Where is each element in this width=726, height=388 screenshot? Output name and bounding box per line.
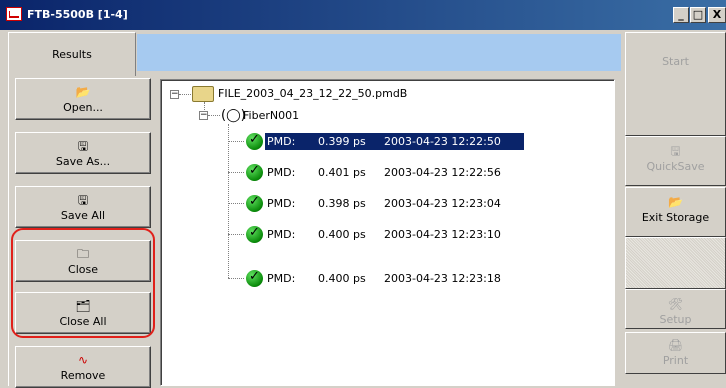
check-icon: [246, 132, 263, 150]
row-type[interactable]: PMD:: [267, 272, 295, 285]
panel-border: [8, 74, 9, 386]
tree-connector: [228, 172, 244, 173]
main-area: Results 📂 Open... 🖫 Save As... 🖫 Save Al…: [0, 30, 726, 388]
row-type[interactable]: PMD:: [267, 166, 295, 179]
quicksave-button-label: QuickSave: [646, 160, 705, 173]
start-button-label: Start: [662, 55, 689, 68]
row-value[interactable]: 0.398 ps: [318, 197, 366, 210]
start-button[interactable]: Start: [625, 32, 726, 136]
save-as-button[interactable]: 🖫 Save As...: [15, 132, 151, 174]
folders-icon: 🗂: [75, 299, 91, 313]
open-button-label: Open...: [63, 101, 103, 114]
row-date[interactable]: 2003-04-23 12:23:18: [384, 272, 501, 285]
tab-label: Results: [52, 48, 92, 61]
row-type[interactable]: PMD:: [267, 197, 295, 210]
print-button-label: Print: [662, 354, 689, 367]
printer-icon: 🖨: [667, 338, 684, 352]
exit-storage-button[interactable]: 📂 Exit Storage: [625, 187, 726, 237]
remove-button[interactable]: ∿ Remove: [15, 346, 151, 388]
floppy-icon: 🖫: [77, 193, 89, 207]
close-button[interactable]: 🗀 Close: [15, 240, 151, 282]
tools-icon: 🛠: [667, 297, 684, 311]
row-value[interactable]: 0.401 ps: [318, 166, 366, 179]
quicksave-button[interactable]: 🖫 QuickSave: [625, 136, 726, 186]
check-icon: [246, 163, 263, 181]
tree-connector: [228, 234, 244, 235]
floppy-icon: 🖫: [670, 144, 681, 158]
row-value[interactable]: 0.400 ps: [318, 228, 366, 241]
save-all-button[interactable]: 🖫 Save All: [15, 186, 151, 228]
close-window-button[interactable]: X: [708, 7, 726, 23]
collapse-file-icon[interactable]: −: [170, 90, 179, 99]
tree-connector: [228, 278, 244, 279]
tree-connector: [228, 124, 229, 278]
title-bar: FTB-5500B [1-4] _ □ X: [0, 0, 726, 30]
fiber-icon: (◯): [221, 108, 246, 123]
row-type[interactable]: PMD:: [267, 228, 295, 241]
tab-strip: [137, 34, 621, 71]
row-value[interactable]: 0.399 ps: [318, 135, 366, 148]
check-icon: [246, 194, 263, 212]
exit-storage-button-label: Exit Storage: [641, 211, 710, 224]
folder-open-icon: 📂: [668, 195, 683, 209]
save-all-button-label: Save All: [60, 209, 106, 222]
setup-button[interactable]: 🛠 Setup: [625, 289, 726, 329]
empty-slot: [625, 237, 726, 289]
open-button[interactable]: 📂 Open...: [15, 78, 151, 120]
row-date[interactable]: 2003-04-23 12:23:04: [384, 197, 501, 210]
collapse-fiber-icon[interactable]: −: [199, 111, 208, 120]
tree-connector: [208, 115, 220, 116]
check-icon: [246, 225, 263, 243]
minimize-button[interactable]: _: [673, 7, 689, 23]
setup-button-label: Setup: [659, 313, 692, 326]
app-logo-icon: [6, 7, 22, 21]
folder-icon: 🗀: [76, 247, 89, 261]
curve-icon: ∿: [77, 353, 89, 367]
check-icon: [246, 269, 263, 287]
fiber-name[interactable]: FiberN001: [243, 109, 299, 122]
row-date[interactable]: 2003-04-23 12:22:56: [384, 166, 501, 179]
close-all-button[interactable]: 🗂 Close All: [15, 292, 151, 334]
row-date[interactable]: 2003-04-23 12:22:50: [384, 135, 501, 148]
close-button-label: Close: [68, 263, 98, 276]
results-tree[interactable]: − FILE_2003_04_23_12_22_50.pmdB − (◯) Fi…: [160, 79, 615, 386]
floppy-icon: 🖫: [77, 139, 89, 153]
tab-results[interactable]: Results: [8, 32, 136, 76]
remove-button-label: Remove: [60, 369, 106, 382]
file-name[interactable]: FILE_2003_04_23_12_22_50.pmdB: [218, 87, 407, 100]
print-button[interactable]: 🖨 Print: [625, 332, 726, 374]
save-as-button-label: Save As...: [55, 155, 111, 168]
tree-connector: [228, 203, 244, 204]
row-type[interactable]: PMD:: [267, 135, 295, 148]
maximize-button[interactable]: □: [690, 7, 706, 23]
row-value[interactable]: 0.400 ps: [318, 272, 366, 285]
close-all-button-label: Close All: [59, 315, 107, 328]
tree-connector: [228, 141, 244, 142]
row-date[interactable]: 2003-04-23 12:23:10: [384, 228, 501, 241]
folder-open-icon: [192, 86, 214, 102]
tree-connector: [179, 94, 191, 95]
folder-open-icon: 📂: [75, 85, 91, 99]
window-title: FTB-5500B [1-4]: [27, 8, 128, 21]
